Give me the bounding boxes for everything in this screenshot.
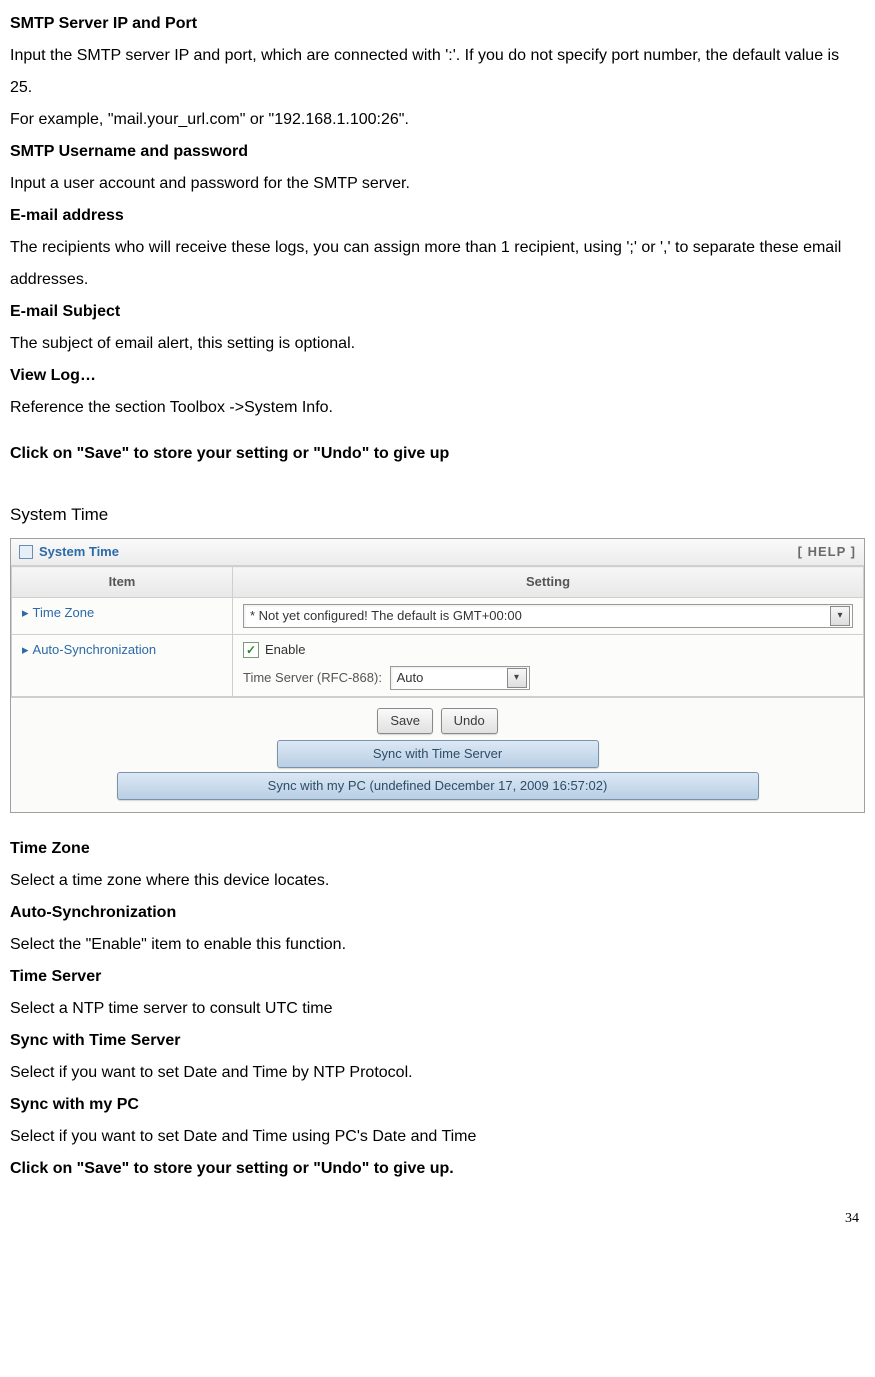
sync-my-pc-button[interactable]: Sync with my PC (undefined December 17, …: [117, 772, 759, 800]
para-timeserver: Select a NTP time server to consult UTC …: [10, 993, 865, 1025]
page-number: 34: [10, 1185, 865, 1239]
timezone-dropdown[interactable]: * Not yet configured! The default is GMT…: [243, 604, 853, 628]
timeserver-dropdown[interactable]: Auto ▾: [390, 666, 530, 690]
para-email-subject: The subject of email alert, this setting…: [10, 328, 865, 360]
save-button[interactable]: Save: [377, 708, 433, 734]
heading-autosync: Auto-Synchronization: [10, 897, 865, 929]
panel-button-row: Save Undo Sync with Time Server Sync wit…: [11, 697, 864, 813]
timeserver-prefix: Time Server (RFC-868):: [243, 670, 382, 685]
para-autosync: Select the "Enable" item to enable this …: [10, 929, 865, 961]
para-smtp-server-2: For example, "mail.your_url.com" or "192…: [10, 104, 865, 136]
panel-icon: [19, 545, 33, 559]
para-email-address: The recipients who will receive these lo…: [10, 232, 865, 296]
bullet-icon: ▸: [22, 642, 29, 657]
heading-view-log: View Log…: [10, 360, 865, 392]
heading-timezone: Time Zone: [10, 833, 865, 865]
timeserver-line: Time Server (RFC-868): Auto ▾: [243, 666, 853, 690]
document-page: SMTP Server IP and Port Input the SMTP s…: [0, 0, 875, 1259]
row-setting-autosync: ✓ Enable Time Server (RFC-868): Auto ▾: [233, 635, 864, 696]
row-label-autosync: ▸Auto-Synchronization: [12, 635, 233, 696]
heading-system-time: System Time: [10, 498, 865, 532]
heading-smtp-user: SMTP Username and password: [10, 136, 865, 168]
heading-email-subject: E-mail Subject: [10, 296, 865, 328]
table-row: ▸Auto-Synchronization ✓ Enable Time Serv…: [12, 635, 864, 696]
bullet-icon: ▸: [22, 605, 29, 620]
col-header-item: Item: [12, 567, 233, 598]
para-sync-pc: Select if you want to set Date and Time …: [10, 1121, 865, 1153]
help-link[interactable]: [ HELP ]: [798, 543, 856, 561]
heading-smtp-server: SMTP Server IP and Port: [10, 8, 865, 40]
heading-timeserver: Time Server: [10, 961, 865, 993]
col-header-setting: Setting: [233, 567, 864, 598]
table-header-row: Item Setting: [12, 567, 864, 598]
row-setting-timezone: * Not yet configured! The default is GMT…: [233, 598, 864, 635]
spacer: [10, 424, 865, 438]
para-save-undo-1: Click on "Save" to store your setting or…: [10, 438, 865, 470]
chevron-down-icon: ▾: [830, 606, 850, 626]
para-save-undo-2: Click on "Save" to store your setting or…: [10, 1153, 865, 1185]
para-sync-timeserver: Select if you want to set Date and Time …: [10, 1057, 865, 1089]
para-smtp-user: Input a user account and password for th…: [10, 168, 865, 200]
row-label-timezone: ▸Time Zone: [12, 598, 233, 635]
chevron-down-icon: ▾: [507, 668, 527, 688]
heading-sync-pc: Sync with my PC: [10, 1089, 865, 1121]
enable-checkbox[interactable]: ✓: [243, 642, 259, 658]
system-time-panel: System Time [ HELP ] Item Setting ▸Time …: [10, 538, 865, 813]
heading-email-address: E-mail address: [10, 200, 865, 232]
spacer: [10, 813, 865, 833]
para-view-log: Reference the section Toolbox ->System I…: [10, 392, 865, 424]
panel-header: System Time [ HELP ]: [11, 539, 864, 566]
para-timezone: Select a time zone where this device loc…: [10, 865, 865, 897]
undo-button[interactable]: Undo: [441, 708, 498, 734]
timeserver-dropdown-value: Auto: [397, 669, 424, 687]
timezone-dropdown-value: * Not yet configured! The default is GMT…: [250, 607, 522, 625]
table-row: ▸Time Zone * Not yet configured! The def…: [12, 598, 864, 635]
para-smtp-server-1: Input the SMTP server IP and port, which…: [10, 40, 865, 104]
panel-title: System Time: [39, 543, 119, 561]
heading-sync-timeserver: Sync with Time Server: [10, 1025, 865, 1057]
settings-table: Item Setting ▸Time Zone * Not yet config…: [11, 566, 864, 696]
enable-label: Enable: [265, 641, 305, 659]
sync-time-server-button[interactable]: Sync with Time Server: [277, 740, 599, 768]
